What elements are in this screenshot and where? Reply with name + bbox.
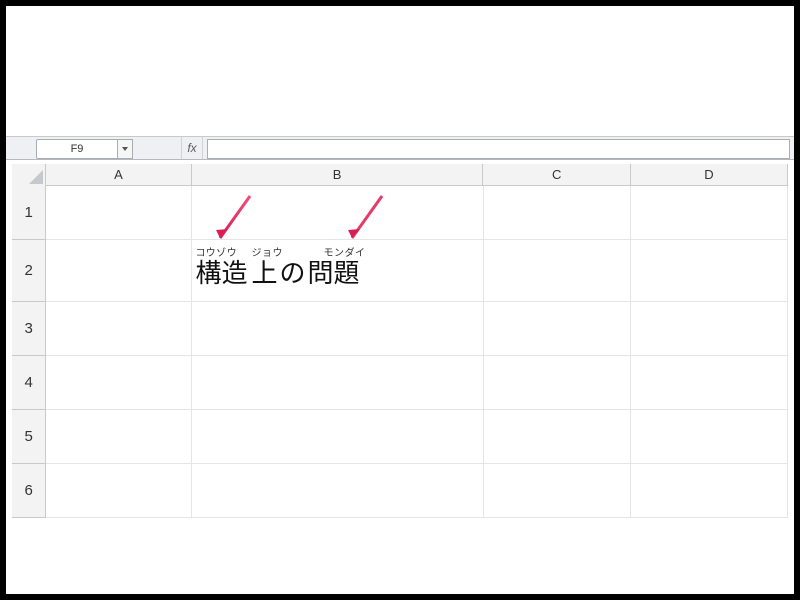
ruby-base: 上 — [252, 259, 280, 288]
cell-c3[interactable] — [484, 302, 631, 356]
cell-a4[interactable] — [46, 356, 191, 410]
ruby-base: の — [280, 259, 308, 288]
cell-c2[interactable] — [484, 240, 631, 302]
column-header[interactable]: B — [192, 164, 484, 186]
cell-d1[interactable] — [631, 186, 788, 240]
cell-b2[interactable]: コウゾウ ジョウ モンダイ 構造上の問題 — [192, 240, 484, 302]
ruby-text: コウゾウ ジョウ モンダイ 構造上の問題 — [192, 240, 483, 288]
formula-bar-row: F9 fx — [6, 137, 794, 160]
ruby-reading — [294, 244, 324, 259]
name-box-dropdown[interactable] — [118, 139, 133, 159]
cell-c1[interactable] — [484, 186, 631, 240]
column-header-row: A B C D — [12, 164, 788, 186]
cell-c5[interactable] — [484, 410, 631, 464]
name-box[interactable]: F9 — [36, 139, 118, 159]
row-header[interactable]: 1 — [12, 186, 46, 240]
row-header[interactable]: 4 — [12, 356, 46, 410]
cell-c4[interactable] — [484, 356, 631, 410]
cell-d6[interactable] — [631, 464, 788, 518]
column-header[interactable]: D — [631, 164, 788, 186]
cell-a5[interactable] — [46, 410, 191, 464]
chevron-down-icon — [121, 145, 129, 153]
cell-b4[interactable] — [192, 356, 484, 410]
column-header[interactable]: A — [46, 164, 191, 186]
ruby-reading: ジョウ — [252, 244, 294, 259]
select-all-box[interactable] — [12, 164, 46, 187]
cell-d2[interactable] — [631, 240, 788, 302]
cell-b6[interactable] — [192, 464, 484, 518]
cell-a6[interactable] — [46, 464, 191, 518]
cell-b3[interactable] — [192, 302, 484, 356]
row-header[interactable]: 3 — [12, 302, 46, 356]
row-header[interactable]: 5 — [12, 410, 46, 464]
cell-b1[interactable] — [192, 186, 484, 240]
cell-d3[interactable] — [631, 302, 788, 356]
cell-a2[interactable] — [46, 240, 191, 302]
row-header[interactable]: 6 — [12, 464, 46, 518]
fx-button[interactable]: fx — [181, 137, 203, 159]
formula-input[interactable] — [207, 139, 790, 159]
cell-b5[interactable] — [192, 410, 484, 464]
ruby-reading: コウゾウ — [196, 244, 252, 259]
cell-a3[interactable] — [46, 302, 191, 356]
cell-d5[interactable] — [631, 410, 788, 464]
ruby-base: 問題 — [308, 259, 364, 288]
cell-d4[interactable] — [631, 356, 788, 410]
column-header[interactable]: C — [483, 164, 630, 186]
cell-c6[interactable] — [484, 464, 631, 518]
ruby-reading: モンダイ — [324, 244, 380, 259]
ruby-base: 構造 — [196, 259, 252, 288]
row-header[interactable]: 2 — [12, 240, 46, 302]
cell-a1[interactable] — [46, 186, 191, 240]
